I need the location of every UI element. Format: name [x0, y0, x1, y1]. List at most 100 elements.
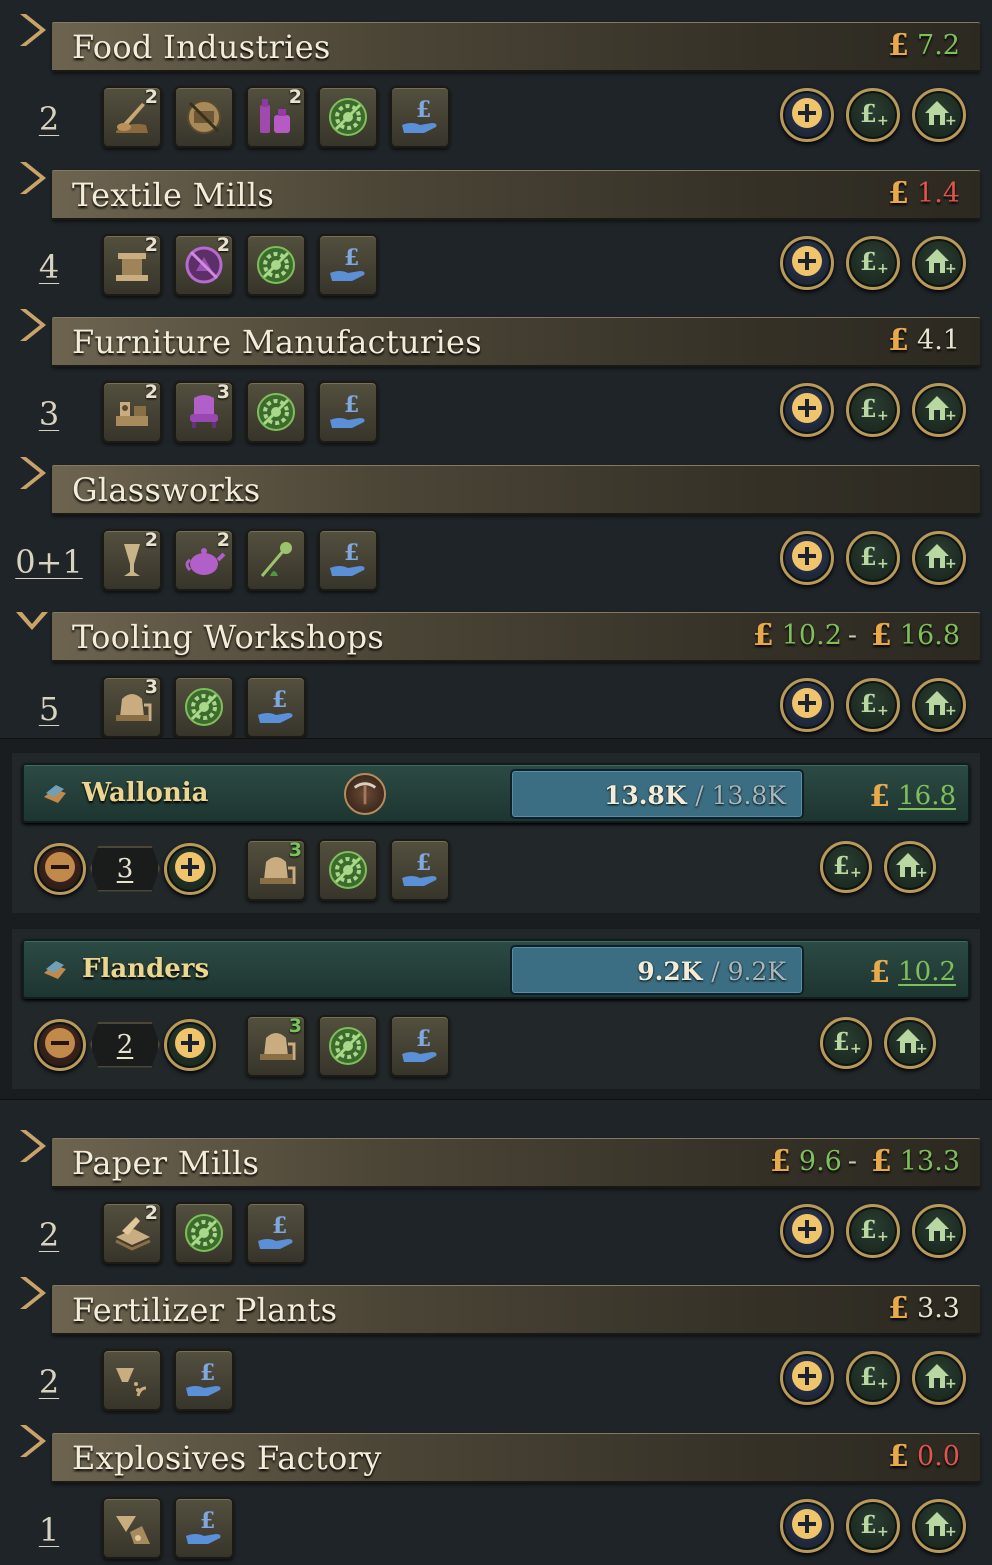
group-header[interactable]: Fertilizer Plants £3.3 — [0, 1263, 992, 1335]
chevron-right-icon[interactable] — [14, 1126, 50, 1166]
crucible-steel-icon[interactable]: 3 — [102, 676, 162, 738]
production-method-gear-icon[interactable] — [318, 86, 378, 148]
ownership-hand-pound-icon[interactable]: £ — [246, 1201, 306, 1264]
build-button[interactable]: + — [912, 1203, 966, 1258]
invest-button[interactable]: £ + — [820, 1016, 872, 1069]
ownership-hand-pound-icon[interactable]: £ — [318, 528, 378, 591]
luxury-armchair-icon[interactable]: 3 — [174, 381, 234, 443]
build-button[interactable]: + — [912, 678, 966, 732]
build-button[interactable]: + — [912, 1351, 966, 1405]
state-actions: £ + + — [820, 840, 936, 893]
crucible-steel-icon[interactable]: 3 — [246, 1014, 306, 1077]
building-count[interactable]: 3 — [14, 395, 84, 433]
ownership-hand-pound-icon[interactable]: £ — [174, 1496, 234, 1559]
build-button[interactable]: + — [884, 1016, 936, 1069]
invest-button[interactable]: £ + — [846, 530, 900, 585]
grain-scoop-icon[interactable]: 2 — [102, 86, 162, 148]
canned-goods-icon[interactable] — [174, 86, 234, 148]
build-button[interactable]: + — [912, 530, 966, 585]
level-count[interactable]: 3 — [90, 845, 160, 892]
building-count[interactable]: 5 — [14, 690, 84, 728]
ownership-hand-pound-icon[interactable]: £ — [390, 838, 450, 901]
ownership-hand-pound-icon[interactable]: £ — [318, 233, 378, 296]
ownership-hand-pound-icon[interactable]: £ — [318, 381, 378, 443]
fertilizer-pour-icon[interactable] — [102, 1349, 162, 1411]
build-button[interactable]: + — [912, 1498, 966, 1553]
crucible-steel-icon[interactable]: 3 — [246, 838, 306, 901]
expand-building-button[interactable] — [780, 235, 834, 290]
invest-button[interactable]: £ + — [846, 1351, 900, 1405]
invest-button[interactable]: £ + — [846, 88, 900, 142]
porcelain-teapot-icon[interactable]: 2 — [174, 528, 234, 591]
production-method-gear-icon[interactable] — [246, 381, 306, 443]
chevron-right-icon[interactable] — [14, 305, 50, 345]
level-count[interactable]: 2 — [90, 1021, 160, 1068]
chemical-flask-icon[interactable] — [102, 1496, 162, 1559]
invest-button[interactable]: £ + — [820, 840, 872, 893]
paper-stack-icon[interactable]: 2 — [102, 1201, 162, 1264]
lathe-icon[interactable]: 2 — [102, 381, 162, 443]
building-count[interactable]: 0+1 — [14, 543, 84, 581]
state-name[interactable]: Wallonia — [82, 778, 209, 808]
group-header[interactable]: Glassworks — [0, 443, 992, 515]
no-luxury-clothes-icon[interactable]: 2 — [174, 233, 234, 296]
chevron-down-icon[interactable] — [14, 600, 50, 640]
state-header-bar[interactable]: Flanders 9.2K / 9.2K £10.2 — [22, 938, 970, 999]
production-method-gear-icon[interactable] — [318, 838, 378, 901]
ownership-hand-pound-icon[interactable]: £ — [390, 1014, 450, 1077]
expand-building-button[interactable] — [780, 1203, 834, 1258]
expand-building-button[interactable] — [780, 88, 834, 142]
chevron-right-icon[interactable] — [14, 10, 50, 50]
glassblowing-icon[interactable] — [246, 528, 306, 591]
expand-building-button[interactable] — [780, 1351, 834, 1405]
building-count[interactable]: 1 — [14, 1511, 84, 1549]
increase-level-button[interactable] — [164, 842, 216, 895]
state-name[interactable]: Flanders — [82, 954, 209, 984]
state-header-bar[interactable]: Wallonia 13.8K / 13.8K £16.8 — [22, 762, 970, 823]
mining-pickaxe-icon[interactable] — [344, 772, 386, 815]
chevron-right-icon[interactable] — [14, 1273, 50, 1313]
build-button[interactable]: + — [912, 88, 966, 142]
chevron-right-icon[interactable] — [14, 1421, 50, 1461]
expand-building-button[interactable] — [780, 678, 834, 732]
production-method-gear-icon[interactable] — [246, 233, 306, 296]
building-count[interactable]: 2 — [14, 1216, 84, 1254]
invest-button[interactable]: £ + — [846, 1498, 900, 1553]
invest-button[interactable]: £ + — [846, 1203, 900, 1258]
expand-building-button[interactable] — [780, 1498, 834, 1553]
production-method-gear-icon[interactable] — [174, 1201, 234, 1264]
group-header[interactable]: Textile Mills £1.4 — [0, 148, 992, 220]
ownership-hand-pound-icon[interactable]: £ — [174, 1349, 234, 1411]
group-header[interactable]: Food Industries £7.2 — [0, 0, 992, 72]
decrease-level-button[interactable] — [34, 1018, 86, 1071]
build-button[interactable]: + — [912, 235, 966, 290]
invest-button[interactable]: £ + — [846, 235, 900, 290]
decrease-level-button[interactable] — [34, 842, 86, 895]
group-header[interactable]: Tooling Workshops £10.2- £16.8 — [0, 590, 992, 662]
ownership-hand-pound-icon[interactable]: £ — [390, 86, 450, 148]
build-button[interactable]: + — [884, 840, 936, 893]
production-method-gear-icon[interactable] — [318, 1014, 378, 1077]
expand-building-button[interactable] — [780, 383, 834, 437]
loom-icon[interactable]: 2 — [102, 233, 162, 296]
increase-level-button[interactable] — [164, 1018, 216, 1071]
expand-building-button[interactable] — [780, 530, 834, 585]
group-header[interactable]: Furniture Manufacturies £4.1 — [0, 295, 992, 367]
state-profit-value[interactable]: 16.8 — [898, 781, 956, 811]
building-count[interactable]: 2 — [14, 100, 84, 138]
state-profit-value[interactable]: 10.2 — [898, 957, 956, 987]
glass-vase-icon[interactable]: 2 — [102, 528, 162, 591]
chevron-right-icon[interactable] — [14, 453, 50, 493]
building-count[interactable]: 2 — [14, 1363, 84, 1401]
ownership-hand-pound-icon[interactable]: £ — [246, 676, 306, 738]
svg-text:£: £ — [200, 1360, 215, 1386]
liquor-bottles-icon[interactable]: 2 — [246, 86, 306, 148]
chevron-right-icon[interactable] — [14, 158, 50, 198]
production-method-gear-icon[interactable] — [174, 676, 234, 738]
group-header[interactable]: Explosives Factory £0.0 — [0, 1411, 992, 1483]
build-button[interactable]: + — [912, 383, 966, 437]
invest-button[interactable]: £ + — [846, 383, 900, 437]
building-count[interactable]: 4 — [14, 248, 84, 286]
group-header[interactable]: Paper Mills £9.6- £13.3 — [0, 1116, 992, 1188]
invest-button[interactable]: £ + — [846, 678, 900, 732]
